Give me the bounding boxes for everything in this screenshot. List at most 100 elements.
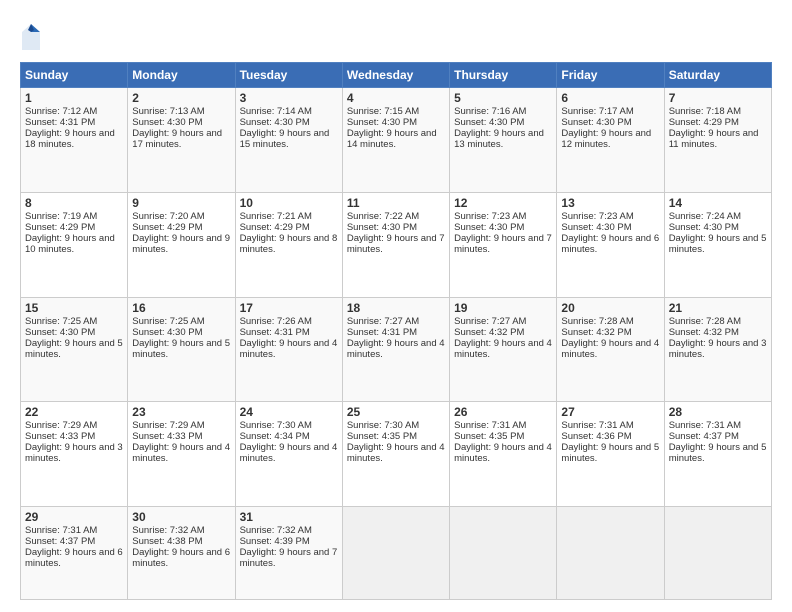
- daylight-text: Daylight: 9 hours and 15 minutes.: [240, 128, 330, 150]
- calendar-cell: 29Sunrise: 7:31 AMSunset: 4:37 PMDayligh…: [21, 507, 128, 600]
- daylight-text: Daylight: 9 hours and 4 minutes.: [347, 442, 445, 464]
- sunset-text: Sunset: 4:31 PM: [240, 327, 310, 338]
- sunset-text: Sunset: 4:39 PM: [240, 536, 310, 547]
- day-number: 20: [561, 301, 659, 315]
- calendar-cell: 31Sunrise: 7:32 AMSunset: 4:39 PMDayligh…: [235, 507, 342, 600]
- day-number: 22: [25, 405, 123, 419]
- daylight-text: Daylight: 9 hours and 7 minutes.: [347, 233, 445, 255]
- page: SundayMondayTuesdayWednesdayThursdayFrid…: [0, 0, 792, 612]
- calendar-cell: 15Sunrise: 7:25 AMSunset: 4:30 PMDayligh…: [21, 297, 128, 402]
- sunset-text: Sunset: 4:30 PM: [669, 222, 739, 233]
- day-number: 8: [25, 196, 123, 210]
- daylight-text: Daylight: 9 hours and 4 minutes.: [561, 338, 659, 360]
- sunset-text: Sunset: 4:30 PM: [561, 222, 631, 233]
- sunrise-text: Sunrise: 7:31 AM: [561, 420, 633, 431]
- calendar-cell: 5Sunrise: 7:16 AMSunset: 4:30 PMDaylight…: [450, 88, 557, 193]
- week-row-5: 29Sunrise: 7:31 AMSunset: 4:37 PMDayligh…: [21, 507, 772, 600]
- day-number: 15: [25, 301, 123, 315]
- day-number: 1: [25, 91, 123, 105]
- day-number: 27: [561, 405, 659, 419]
- col-header-tuesday: Tuesday: [235, 63, 342, 88]
- sunrise-text: Sunrise: 7:18 AM: [669, 106, 741, 117]
- day-number: 25: [347, 405, 445, 419]
- daylight-text: Daylight: 9 hours and 4 minutes.: [240, 442, 338, 464]
- col-header-sunday: Sunday: [21, 63, 128, 88]
- logo-icon: [20, 22, 42, 52]
- calendar-cell: 7Sunrise: 7:18 AMSunset: 4:29 PMDaylight…: [664, 88, 771, 193]
- calendar-cell: 27Sunrise: 7:31 AMSunset: 4:36 PMDayligh…: [557, 402, 664, 507]
- sunrise-text: Sunrise: 7:21 AM: [240, 211, 312, 222]
- sunset-text: Sunset: 4:30 PM: [25, 327, 95, 338]
- daylight-text: Daylight: 9 hours and 3 minutes.: [25, 442, 123, 464]
- calendar-cell: 19Sunrise: 7:27 AMSunset: 4:32 PMDayligh…: [450, 297, 557, 402]
- sunrise-text: Sunrise: 7:31 AM: [25, 525, 97, 536]
- calendar-cell: 28Sunrise: 7:31 AMSunset: 4:37 PMDayligh…: [664, 402, 771, 507]
- daylight-text: Daylight: 9 hours and 4 minutes.: [132, 442, 230, 464]
- daylight-text: Daylight: 9 hours and 17 minutes.: [132, 128, 222, 150]
- day-number: 17: [240, 301, 338, 315]
- day-number: 6: [561, 91, 659, 105]
- sunset-text: Sunset: 4:30 PM: [132, 117, 202, 128]
- calendar-cell: 13Sunrise: 7:23 AMSunset: 4:30 PMDayligh…: [557, 192, 664, 297]
- calendar-cell: 24Sunrise: 7:30 AMSunset: 4:34 PMDayligh…: [235, 402, 342, 507]
- week-row-2: 8Sunrise: 7:19 AMSunset: 4:29 PMDaylight…: [21, 192, 772, 297]
- sunrise-text: Sunrise: 7:20 AM: [132, 211, 204, 222]
- sunrise-text: Sunrise: 7:13 AM: [132, 106, 204, 117]
- calendar-cell: 12Sunrise: 7:23 AMSunset: 4:30 PMDayligh…: [450, 192, 557, 297]
- sunrise-text: Sunrise: 7:29 AM: [132, 420, 204, 431]
- daylight-text: Daylight: 9 hours and 9 minutes.: [132, 233, 230, 255]
- day-number: 24: [240, 405, 338, 419]
- sunset-text: Sunset: 4:29 PM: [240, 222, 310, 233]
- daylight-text: Daylight: 9 hours and 5 minutes.: [25, 338, 123, 360]
- col-header-wednesday: Wednesday: [342, 63, 449, 88]
- sunset-text: Sunset: 4:35 PM: [454, 431, 524, 442]
- sunset-text: Sunset: 4:37 PM: [25, 536, 95, 547]
- day-number: 30: [132, 510, 230, 524]
- sunset-text: Sunset: 4:38 PM: [132, 536, 202, 547]
- calendar-cell: 20Sunrise: 7:28 AMSunset: 4:32 PMDayligh…: [557, 297, 664, 402]
- day-number: 16: [132, 301, 230, 315]
- calendar-cell: 6Sunrise: 7:17 AMSunset: 4:30 PMDaylight…: [557, 88, 664, 193]
- sunrise-text: Sunrise: 7:23 AM: [561, 211, 633, 222]
- col-header-monday: Monday: [128, 63, 235, 88]
- sunrise-text: Sunrise: 7:27 AM: [454, 316, 526, 327]
- sunrise-text: Sunrise: 7:30 AM: [347, 420, 419, 431]
- calendar-cell: 30Sunrise: 7:32 AMSunset: 4:38 PMDayligh…: [128, 507, 235, 600]
- calendar-cell: 9Sunrise: 7:20 AMSunset: 4:29 PMDaylight…: [128, 192, 235, 297]
- day-number: 23: [132, 405, 230, 419]
- day-number: 4: [347, 91, 445, 105]
- sunset-text: Sunset: 4:30 PM: [454, 117, 524, 128]
- sunset-text: Sunset: 4:29 PM: [132, 222, 202, 233]
- sunrise-text: Sunrise: 7:22 AM: [347, 211, 419, 222]
- sunrise-text: Sunrise: 7:28 AM: [561, 316, 633, 327]
- sunrise-text: Sunrise: 7:32 AM: [132, 525, 204, 536]
- daylight-text: Daylight: 9 hours and 12 minutes.: [561, 128, 651, 150]
- daylight-text: Daylight: 9 hours and 14 minutes.: [347, 128, 437, 150]
- daylight-text: Daylight: 9 hours and 18 minutes.: [25, 128, 115, 150]
- sunset-text: Sunset: 4:35 PM: [347, 431, 417, 442]
- sunrise-text: Sunrise: 7:15 AM: [347, 106, 419, 117]
- col-header-saturday: Saturday: [664, 63, 771, 88]
- day-number: 21: [669, 301, 767, 315]
- sunset-text: Sunset: 4:34 PM: [240, 431, 310, 442]
- calendar-cell: [450, 507, 557, 600]
- week-row-1: 1Sunrise: 7:12 AMSunset: 4:31 PMDaylight…: [21, 88, 772, 193]
- daylight-text: Daylight: 9 hours and 6 minutes.: [25, 547, 123, 569]
- day-number: 28: [669, 405, 767, 419]
- calendar-cell: 4Sunrise: 7:15 AMSunset: 4:30 PMDaylight…: [342, 88, 449, 193]
- daylight-text: Daylight: 9 hours and 4 minutes.: [240, 338, 338, 360]
- sunset-text: Sunset: 4:30 PM: [347, 117, 417, 128]
- sunrise-text: Sunrise: 7:28 AM: [669, 316, 741, 327]
- daylight-text: Daylight: 9 hours and 13 minutes.: [454, 128, 544, 150]
- day-number: 18: [347, 301, 445, 315]
- col-header-friday: Friday: [557, 63, 664, 88]
- calendar-cell: 1Sunrise: 7:12 AMSunset: 4:31 PMDaylight…: [21, 88, 128, 193]
- sunrise-text: Sunrise: 7:12 AM: [25, 106, 97, 117]
- sunrise-text: Sunrise: 7:25 AM: [25, 316, 97, 327]
- calendar-cell: 2Sunrise: 7:13 AMSunset: 4:30 PMDaylight…: [128, 88, 235, 193]
- calendar-cell: 22Sunrise: 7:29 AMSunset: 4:33 PMDayligh…: [21, 402, 128, 507]
- header: [20, 18, 772, 52]
- day-number: 14: [669, 196, 767, 210]
- calendar-cell: 26Sunrise: 7:31 AMSunset: 4:35 PMDayligh…: [450, 402, 557, 507]
- sunrise-text: Sunrise: 7:26 AM: [240, 316, 312, 327]
